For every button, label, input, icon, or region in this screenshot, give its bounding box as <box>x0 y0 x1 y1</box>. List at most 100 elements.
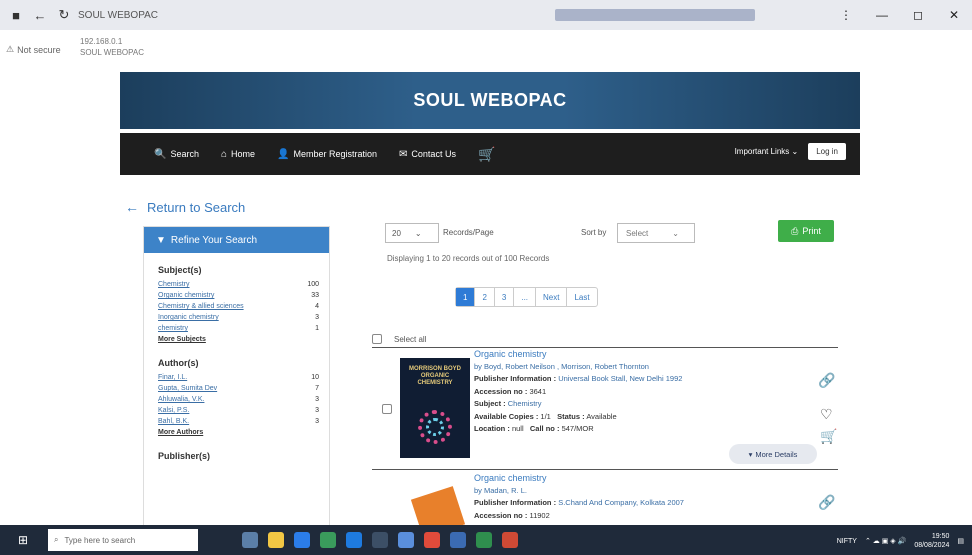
not-secure-indicator[interactable]: ⚠ Not secure <box>6 44 61 55</box>
facet-title: Author(s) <box>158 358 199 368</box>
sidebar-toggle-icon[interactable]: ■ <box>8 7 24 23</box>
sort-by-select[interactable]: Select ⌄ <box>617 223 695 243</box>
facet-item[interactable]: Finar, I.L. 10 <box>158 372 319 383</box>
heart-icon[interactable]: ♡ <box>820 406 833 423</box>
task-view-icon[interactable] <box>242 532 258 548</box>
home-icon: ⌂ <box>220 148 228 160</box>
app-icon[interactable] <box>398 532 414 548</box>
next-page-button[interactable]: Next <box>536 288 568 306</box>
subject-value[interactable]: Chemistry <box>508 399 542 408</box>
excel-icon[interactable] <box>476 532 492 548</box>
close-button[interactable]: ✕ <box>936 0 972 30</box>
location-key: Location : <box>474 424 510 433</box>
login-button[interactable]: Log in <box>808 143 846 160</box>
nav-home[interactable]: ⌂ Home <box>221 149 255 160</box>
select-all[interactable]: Select all <box>372 334 426 344</box>
edge-icon[interactable] <box>346 532 362 548</box>
copies-value: 1/1 <box>540 411 551 421</box>
record-author[interactable]: by Madan, R. L. <box>474 485 804 498</box>
facet-label[interactable]: Ahluwalia, V.K. <box>158 394 204 405</box>
facet-item[interactable]: Chemistry 100 <box>158 279 319 290</box>
url-info: 192.168.0.1 SOUL WEBOPAC <box>80 36 144 58</box>
back-arrow-icon[interactable]: ← <box>32 7 48 23</box>
reload-icon[interactable]: ↻ <box>56 7 72 23</box>
page-1-button[interactable]: 1 <box>456 288 476 306</box>
more-details-button[interactable]: ▾ More Details <box>729 444 817 464</box>
facet-label[interactable]: Organic chemistry <box>158 290 214 301</box>
more-subjects-link[interactable]: More Subjects <box>158 334 319 346</box>
word-icon[interactable] <box>450 532 466 548</box>
facet-count: 33 <box>311 292 319 299</box>
records-per-page-select[interactable]: 20 ⌄ <box>385 223 439 243</box>
restore-button[interactable]: ◻ <box>900 0 936 30</box>
last-page-button[interactable]: Last <box>567 288 596 306</box>
book-cover-image[interactable]: MORRISON BOYD ORGANIC CHEMISTRY <box>400 358 470 458</box>
facet-label[interactable]: Kalsi, P.S. <box>158 405 189 416</box>
book-cover-image[interactable] <box>400 480 470 525</box>
link-icon[interactable]: 🔗 <box>818 494 835 511</box>
facet-item[interactable]: chemistry 1 <box>158 323 319 334</box>
copies-key: Available Copies : <box>474 411 539 421</box>
cart-icon[interactable]: 🛒 <box>820 428 837 445</box>
publisher-value[interactable]: Universal Book Stall, New Delhi 1992 <box>558 374 682 383</box>
tray-icons[interactable]: ⌃ ☁ ▣ ◈ 🔊 <box>865 537 906 545</box>
chevron-down-icon: ⌄ <box>414 228 422 238</box>
clock-date: 08/08/2024 <box>914 542 950 549</box>
record-author[interactable]: by Boyd, Robert Neilson , Morrison, Robe… <box>474 361 804 374</box>
cart-icon[interactable]: 🛒 <box>478 146 495 163</box>
cover-graphic <box>410 486 466 525</box>
notifications-icon[interactable]: ▤ <box>957 537 964 545</box>
publisher-key: Publisher Information : <box>474 374 557 383</box>
menu-icon[interactable]: ⋮ <box>828 0 864 30</box>
facet-title: Publisher(s) <box>158 451 211 461</box>
publisher-value[interactable]: S.Chand And Company, Kolkata 2007 <box>558 498 684 507</box>
facet-item[interactable]: Inorganic chemistry 3 <box>158 312 319 323</box>
facet-item[interactable]: Organic chemistry 33 <box>158 290 319 301</box>
record-title[interactable]: Organic chemistry <box>474 348 804 361</box>
tab-title[interactable]: SOUL WEBOPAC <box>78 10 158 21</box>
stock-ticker[interactable]: NIFTY <box>837 538 857 545</box>
file-explorer-icon[interactable] <box>268 532 284 548</box>
app-icon[interactable] <box>294 532 310 548</box>
page-3-button[interactable]: 3 <box>495 288 515 306</box>
facet-item[interactable]: Kalsi, P.S. 3 <box>158 405 319 416</box>
minimize-button[interactable]: — <box>864 0 900 30</box>
facet-item[interactable]: Ahluwalia, V.K. 3 <box>158 394 319 405</box>
link-icon[interactable]: 🔗 <box>818 372 835 389</box>
facet-label[interactable]: Chemistry & allied sciences <box>158 301 244 312</box>
clock-time: 19:50 <box>931 533 950 540</box>
clock[interactable]: 19:50 08/08/2024 <box>914 532 949 550</box>
return-to-search-label: Return to Search <box>147 199 246 215</box>
select-all-checkbox[interactable] <box>372 334 382 344</box>
facet-item[interactable]: Gupta, Sumita Dev 7 <box>158 383 319 394</box>
facet-label[interactable]: Chemistry <box>158 279 190 290</box>
nav-member-registration[interactable]: 👤 Member Registration <box>277 149 377 160</box>
record-title[interactable]: Organic chemistry <box>474 472 804 485</box>
facet-label[interactable]: chemistry <box>158 323 188 334</box>
address-bar[interactable] <box>555 9 755 21</box>
important-links-dropdown[interactable]: Important Links ⌄ <box>735 147 799 156</box>
windows-start-icon[interactable]: ⊞ <box>12 529 34 551</box>
print-button[interactable]: ⎙ Print <box>778 220 834 242</box>
taskbar-search[interactable]: ⌕ Type here to search <box>48 529 198 551</box>
app-icon[interactable] <box>320 532 336 548</box>
sort-by-label: Sort by <box>581 228 607 237</box>
facet-item[interactable]: Bahl, B.K. 3 <box>158 416 319 427</box>
browser-titlebar: ■ ← ↻ SOUL WEBOPAC ⋮ — ◻ ✕ <box>0 0 972 30</box>
facet-label[interactable]: Inorganic chemistry <box>158 312 219 323</box>
page-2-button[interactable]: 2 <box>475 288 495 306</box>
more-authors-link[interactable]: More Authors <box>158 427 319 439</box>
facet-label[interactable]: Bahl, B.K. <box>158 416 189 427</box>
facet-item[interactable]: Chemistry & allied sciences 4 <box>158 301 319 312</box>
chrome-icon[interactable] <box>424 532 440 548</box>
facet-label[interactable]: Finar, I.L. <box>158 372 187 383</box>
nav-search[interactable]: 🔍 Search <box>154 149 199 160</box>
app-icon[interactable] <box>372 532 388 548</box>
nav-contact-us[interactable]: ✉ Contact Us <box>399 149 456 160</box>
envelope-icon: ✉ <box>399 148 408 160</box>
facet-label[interactable]: Gupta, Sumita Dev <box>158 383 217 394</box>
record-checkbox[interactable] <box>382 404 392 414</box>
print-icon: ⎙ <box>791 225 799 236</box>
return-to-search-link[interactable]: ← Return to Search <box>125 199 245 215</box>
app-icon[interactable] <box>502 532 518 548</box>
